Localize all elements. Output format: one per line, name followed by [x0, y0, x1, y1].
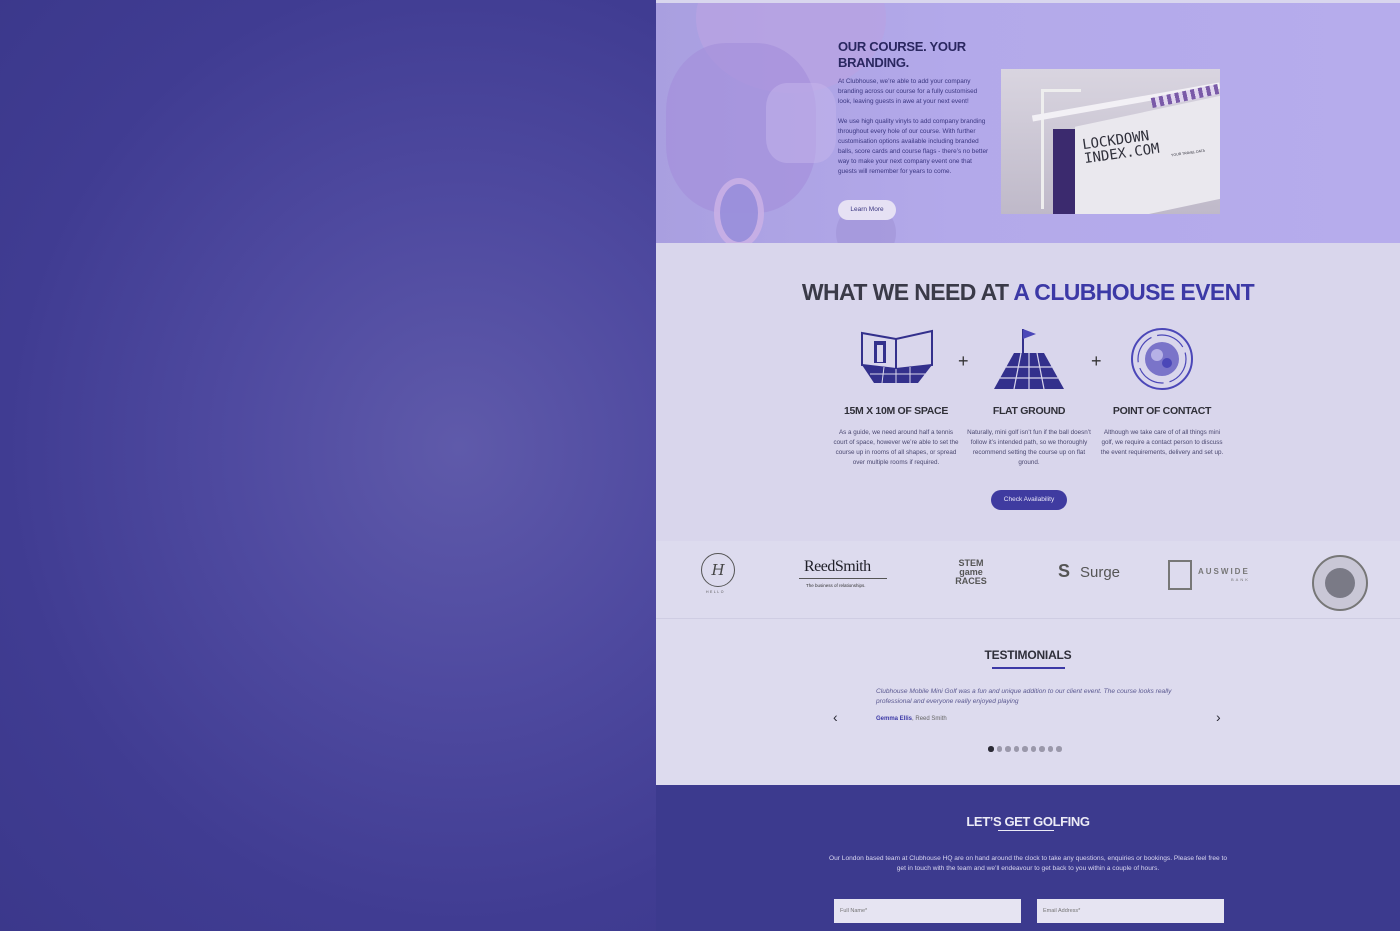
carousel-dots [988, 746, 1062, 754]
reedsmith-divider [799, 578, 887, 579]
stem-game-races-logo: STEM game RACES [955, 558, 987, 586]
decorative-shape [714, 178, 764, 243]
testimonial-author: Gemma Ellis, Reed Smith [876, 716, 947, 722]
branding-paragraph: At Clubhouse, we’re able to add your com… [838, 78, 978, 105]
reedsmith-tagline: The business of relationships. [806, 583, 866, 588]
client-logos-strip: H HELLO ReedSmith The business of relati… [656, 541, 1400, 619]
requirement-heading: FLAT GROUND [992, 405, 1066, 417]
auswide-logo-sub: BANK [1231, 577, 1250, 582]
contact-text: Our London based team at Clubhouse HQ ar… [828, 855, 1228, 872]
plus-sign: + [958, 351, 969, 371]
carousel-dot[interactable] [996, 746, 1002, 752]
requirement-heading: 15M X 10M OF SPACE [843, 405, 949, 417]
contact-section: LET’S GET GOLFING Our London based team … [656, 785, 1400, 931]
carousel-dot[interactable] [1056, 746, 1062, 752]
branding-title: OUR COURSE. YOUR BRANDING. [838, 39, 966, 70]
website-page: OUR COURSE. YOUR BRANDING. At Clubhouse,… [656, 0, 1400, 931]
auswide-logo: AUSWIDE [1198, 567, 1250, 576]
branding-section: OUR COURSE. YOUR BRANDING. At Clubhouse,… [656, 0, 1400, 243]
previous-arrow-icon[interactable]: ‹ [833, 709, 838, 725]
flat-ground-icon [994, 329, 1064, 389]
testimonial-author-company: , Reed Smith [912, 716, 947, 722]
requirements-title-part1: WHAT WE NEED AT [801, 279, 1009, 305]
page-backdrop [0, 0, 656, 931]
branding-photo: LOCKDOWN INDEX.COM YOUR TRAVEL DATA [1001, 69, 1220, 214]
photo-shadow [1053, 129, 1075, 214]
decorative-shape [766, 83, 836, 163]
requirements-title: WHAT WE NEED AT A CLUBHOUSE EVENT [656, 279, 1400, 306]
requirement-text: Although we take care of of all things m… [1100, 429, 1224, 456]
requirement-text: As a guide, we need around half a tennis… [833, 429, 959, 466]
reedsmith-logo: ReedSmith [804, 558, 871, 575]
carousel-dot[interactable] [988, 746, 994, 752]
hello-logo-text: HELLO [706, 590, 725, 594]
branding-paragraph: We use high quality vinyls to add compan… [838, 118, 989, 175]
carousel-dot[interactable] [1039, 746, 1045, 752]
requirements-title-accent: A CLUBHOUSE EVENT [1013, 279, 1255, 305]
testimonials-title: TESTIMONIALS [984, 648, 1072, 662]
testimonials-section: TESTIMONIALS ‹ Clubhouse Mobile Mini Gol… [656, 619, 1400, 785]
carousel-dot[interactable] [1047, 746, 1053, 752]
carousel-dot[interactable] [1005, 746, 1011, 752]
check-availability-button[interactable]: Check Availability [991, 490, 1067, 510]
contact-title: LET’S GET GOLFING [656, 814, 1400, 831]
plus-sign: + [1091, 351, 1102, 371]
surge-logo-mark: S [1058, 561, 1071, 581]
next-arrow-icon[interactable]: › [1216, 709, 1221, 725]
email-field[interactable] [1037, 899, 1224, 923]
requirement-heading: POINT OF CONTACT [1112, 405, 1212, 417]
tennis-club-logo-center [1325, 568, 1355, 598]
requirements-section: WHAT WE NEED AT A CLUBHOUSE EVENT + + 15… [656, 243, 1400, 541]
contact-icon [1131, 328, 1193, 390]
tennis-club-logo [1312, 555, 1368, 611]
testimonial-author-name: Gemma Ellis [876, 716, 913, 722]
surge-logo: Surge [1080, 564, 1121, 581]
testimonials-underline [992, 667, 1065, 669]
carousel-dot[interactable] [1022, 746, 1028, 752]
requirement-text: Naturally, mini golf isn’t fun if the ba… [967, 429, 1091, 466]
learn-more-button[interactable]: Learn More [838, 200, 896, 220]
testimonial-quote: Clubhouse Mobile Mini Golf was a fun and… [876, 688, 1172, 705]
hello-logo: H [701, 553, 735, 587]
carousel-dot[interactable] [1013, 746, 1019, 752]
auswide-logo-mark [1168, 560, 1192, 590]
carousel-dot[interactable] [1030, 746, 1036, 752]
room-icon [861, 329, 933, 384]
full-name-field[interactable] [834, 899, 1021, 923]
